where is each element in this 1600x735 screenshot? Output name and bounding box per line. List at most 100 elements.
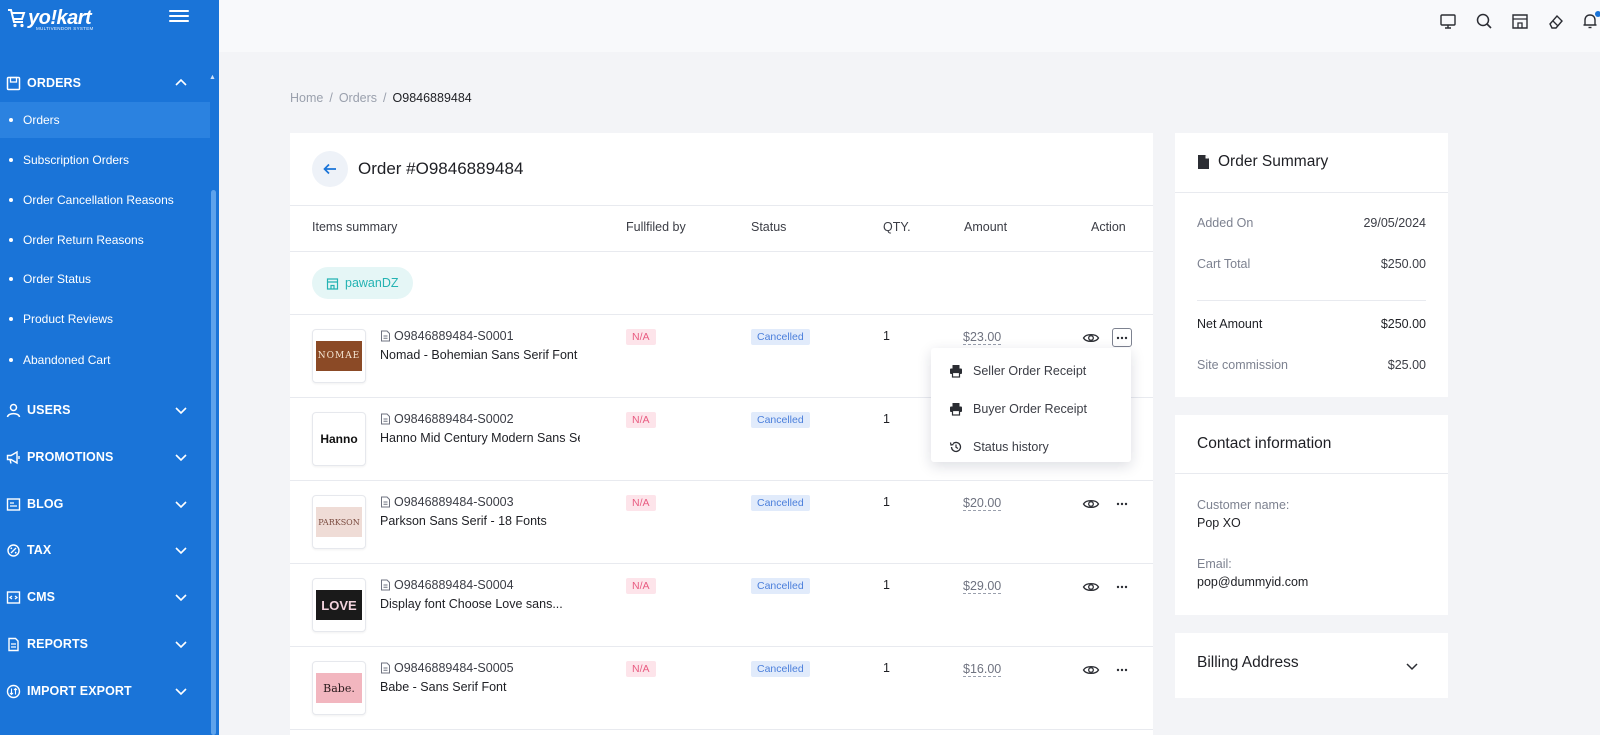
billing-address-card[interactable]: Billing Address: [1175, 633, 1448, 698]
card-title: Order Summary: [1218, 153, 1329, 170]
chevron-down-icon: [175, 407, 187, 415]
product-thumbnail[interactable]: Babe.: [312, 661, 366, 715]
menu-item-status-history[interactable]: Status history: [949, 440, 1049, 454]
sidebar-section-promotions[interactable]: PROMOTIONS: [0, 442, 210, 472]
sidebar-section-tax[interactable]: TAX: [0, 535, 210, 565]
status-badge: Cancelled: [751, 495, 810, 511]
column-header-action: Action: [1091, 220, 1126, 234]
sidebar-section-label: PROMOTIONS: [27, 450, 114, 464]
sub-order-id[interactable]: O9846889484-S0004: [380, 578, 514, 592]
sidebar-item-label: Order Status: [23, 272, 92, 286]
document-icon: [381, 413, 390, 425]
more-actions-button[interactable]: [1112, 328, 1132, 347]
menu-toggle-icon[interactable]: [169, 10, 189, 24]
sub-order-id[interactable]: O9846889484-S0001: [380, 329, 514, 343]
eraser-icon[interactable]: [1547, 12, 1565, 30]
summary-value: $250.00: [1380, 257, 1426, 271]
view-icon[interactable]: [1082, 578, 1100, 596]
sidebar-section-cms[interactable]: CMS: [0, 582, 210, 612]
fulfilled-badge: N/A: [626, 578, 656, 594]
bullet-icon: [9, 238, 13, 242]
customer-email[interactable]: pop@dummyid.com: [1197, 575, 1308, 589]
divider: [1175, 473, 1448, 474]
more-actions-button[interactable]: [1112, 660, 1132, 679]
arrow-left-icon: [323, 163, 336, 175]
scroll-up-icon[interactable]: ▲: [209, 74, 216, 81]
sidebar-item-cancellation-reasons[interactable]: Order Cancellation Reasons: [0, 182, 210, 218]
tax-icon: [5, 542, 21, 558]
product-thumbnail[interactable]: LOVE: [312, 578, 366, 632]
brand-logo[interactable]: yo!kart MULTIVENDOR SYSTEM: [6, 4, 93, 32]
contact-information-card: Contact information Customer name: Pop X…: [1175, 415, 1448, 615]
shop-icon: [326, 277, 339, 290]
thumb-text: PARKSON: [316, 507, 362, 537]
summary-cart-total: Cart Total $250.00: [1197, 257, 1426, 271]
seller-chip[interactable]: pawanDZ: [312, 267, 413, 299]
sidebar-item-label: Order Return Reasons: [23, 233, 144, 247]
divider: [1175, 192, 1448, 193]
sidebar-scrollbar[interactable]: [211, 190, 216, 735]
product-name: Babe - Sans Serif Font: [380, 680, 507, 694]
customer-name-label: Customer name:: [1197, 498, 1290, 512]
document-icon: [381, 579, 390, 591]
fulfilled-badge: N/A: [626, 661, 656, 677]
column-header-amount: Amount: [964, 220, 1008, 234]
bullet-icon: [9, 317, 13, 321]
sidebar-item-return-reasons[interactable]: Order Return Reasons: [0, 222, 210, 258]
menu-item-label: Buyer Order Receipt: [973, 402, 1087, 416]
card-title: Billing Address: [1197, 654, 1299, 671]
product-name: Display font Choose Love sans...: [380, 597, 563, 611]
sub-order-id[interactable]: O9846889484-S0005: [380, 661, 514, 675]
sub-order-id[interactable]: O9846889484-S0002: [380, 412, 514, 426]
more-horizontal-icon: [1116, 502, 1128, 505]
sidebar-item-subscription-orders[interactable]: Subscription Orders: [0, 142, 210, 178]
breadcrumb-orders[interactable]: Orders: [339, 91, 377, 105]
amount[interactable]: $20.00: [963, 496, 1002, 511]
store-icon[interactable]: [1511, 12, 1529, 30]
notifications-button[interactable]: [1581, 11, 1600, 30]
more-actions-button[interactable]: [1112, 577, 1132, 596]
back-button[interactable]: [312, 151, 348, 187]
sidebar-section-reports[interactable]: REPORTS: [0, 629, 210, 659]
fulfilled-badge: N/A: [626, 329, 656, 345]
summary-label: Cart Total: [1197, 257, 1251, 271]
column-header-items: Items summary: [312, 220, 398, 234]
megaphone-icon: [5, 449, 21, 465]
amount[interactable]: $29.00: [963, 579, 1002, 594]
sidebar-item-orders[interactable]: Orders: [0, 102, 210, 138]
more-actions-button[interactable]: [1112, 494, 1132, 513]
menu-item-buyer-receipt[interactable]: Buyer Order Receipt: [949, 402, 1087, 416]
sidebar-section-label: USERS: [27, 403, 71, 417]
bullet-icon: [9, 358, 13, 362]
search-icon[interactable]: [1475, 12, 1493, 30]
sidebar-item-order-status[interactable]: Order Status: [0, 261, 210, 297]
view-icon[interactable]: [1082, 661, 1100, 679]
sidebar-item-product-reviews[interactable]: Product Reviews: [0, 301, 210, 337]
sidebar-section-import-export[interactable]: IMPORT EXPORT: [0, 676, 210, 706]
view-icon[interactable]: [1082, 495, 1100, 513]
sidebar-item-label: Product Reviews: [23, 312, 114, 326]
sub-order-id[interactable]: O9846889484-S0003: [380, 495, 514, 509]
sidebar-section-orders[interactable]: ORDERS: [0, 68, 210, 98]
product-thumbnail[interactable]: PARKSON: [312, 495, 366, 549]
order-summary-card: Order Summary Added On 29/05/2024 Cart To…: [1175, 133, 1448, 397]
menu-item-seller-receipt[interactable]: Seller Order Receipt: [949, 364, 1086, 378]
breadcrumb-home[interactable]: Home: [290, 91, 323, 105]
summary-value: 29/05/2024: [1363, 216, 1426, 230]
product-name: Parkson Sans Serif - 18 Fonts: [380, 514, 547, 528]
sidebar-section-label: TAX: [27, 543, 52, 557]
sidebar-section-blog[interactable]: BLOG: [0, 489, 210, 519]
amount[interactable]: $16.00: [963, 662, 1002, 677]
sidebar-section-users[interactable]: USERS: [0, 395, 210, 425]
brand-name: yo!kart: [28, 7, 92, 29]
actions-dropdown-menu: Seller Order Receipt Buyer Order Receipt…: [931, 348, 1131, 462]
amount[interactable]: $23.00: [963, 330, 1002, 345]
sidebar-item-abandoned-cart[interactable]: Abandoned Cart: [0, 342, 210, 378]
view-icon[interactable]: [1082, 329, 1100, 347]
product-name: Hanno Mid Century Modern Sans Serif: [380, 431, 580, 445]
product-thumbnail[interactable]: NOMAE: [312, 329, 366, 383]
summary-label: Net Amount: [1197, 317, 1263, 331]
monitor-icon[interactable]: [1439, 12, 1457, 30]
bullet-icon: [9, 158, 13, 162]
product-thumbnail[interactable]: Hanno: [312, 412, 366, 466]
